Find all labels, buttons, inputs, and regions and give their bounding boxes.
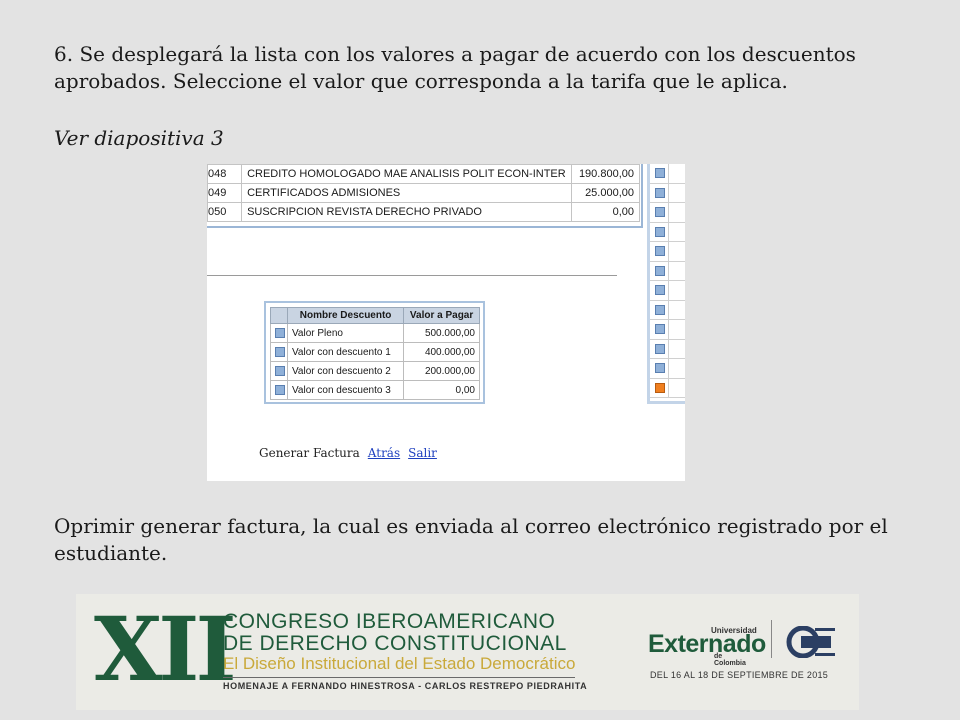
table-row: 048 CREDITO HOMOLOGADO MAE ANALISIS POLI… [207, 164, 641, 184]
back-link[interactable]: Atrás [368, 446, 400, 460]
row-value: 190.800,00 [570, 164, 641, 184]
row-description: SUSCRIPCION REVISTA DERECHO PRIVADO [241, 202, 572, 222]
checkbox[interactable] [655, 226, 665, 237]
slide-reference: Ver diapositiva 3 [54, 126, 224, 150]
discount-name: Valor con descuento 2 [286, 361, 405, 381]
checkbox-column [647, 164, 685, 404]
checkbox[interactable] [655, 265, 665, 276]
row-code: 048 [207, 164, 243, 184]
logo-main-text: Externado [648, 630, 766, 658]
checkbox[interactable] [275, 347, 285, 357]
banner-tribute: HOMENAJE A FERNANDO HINESTROSA - CARLOS … [223, 681, 588, 691]
frame-border [207, 226, 643, 228]
checkbox[interactable] [655, 168, 665, 178]
header-value: Valor a Pagar [403, 307, 480, 324]
checkbox[interactable] [655, 285, 665, 295]
banner-numeral: XII [94, 597, 237, 701]
event-dates: DEL 16 AL 18 DE SEPTIEMBRE DE 2015 [650, 670, 829, 680]
discount-row[interactable]: Valor con descuento 2 200.000,00 [270, 361, 480, 381]
logo-divider [771, 620, 772, 658]
discount-table: Nombre Descuento Valor a Pagar Valor Ple… [270, 307, 480, 400]
checkbox[interactable] [655, 207, 665, 217]
checkbox[interactable] [275, 366, 285, 376]
divider [207, 275, 617, 276]
row-description: CERTIFICADOS ADMISIONES [241, 183, 572, 203]
exit-link[interactable]: Salir [408, 446, 437, 460]
banner-rule [223, 677, 575, 678]
table-row: 050 SUSCRIPCION REVISTA DERECHO PRIVADO … [207, 202, 641, 222]
discount-name: Valor con descuento 3 [286, 380, 405, 400]
checkbox[interactable] [275, 385, 285, 395]
discount-panel: Nombre Descuento Valor a Pagar Valor Ple… [264, 301, 485, 404]
banner-title-2: DE DERECHO CONSTITUCIONAL [223, 632, 567, 655]
table-row: 049 CERTIFICADOS ADMISIONES 25.000,00 [207, 183, 641, 203]
discount-row[interactable]: Valor con descuento 3 0,00 [270, 380, 480, 400]
discount-row[interactable]: Valor Pleno 500.000,00 [270, 323, 480, 343]
row-value: 0,00 [570, 202, 641, 222]
banner-title-1: CONGRESO IBEROAMERICANO [223, 610, 556, 633]
university-seal-icon [786, 626, 835, 658]
discount-name: Valor con descuento 1 [286, 342, 405, 362]
frame-border [641, 164, 643, 228]
closing-paragraph: Oprimir generar factura, la cual es envi… [54, 514, 888, 565]
discount-value: 400.000,00 [403, 342, 480, 362]
generate-invoice-label[interactable]: Generar Factura [259, 446, 360, 460]
logo-bottom-text: de Colombia [714, 653, 746, 667]
checkbox[interactable] [655, 246, 665, 256]
discount-name: Valor Pleno [286, 323, 405, 343]
charges-table: 048 CREDITO HOMOLOGADO MAE ANALISIS POLI… [207, 164, 641, 222]
row-value: 25.000,00 [570, 183, 641, 203]
checkbox[interactable] [655, 304, 665, 315]
checkbox[interactable] [655, 324, 665, 334]
checkbox[interactable] [275, 328, 285, 338]
row-code: 050 [207, 202, 243, 222]
header-select [270, 307, 288, 324]
checkbox[interactable] [655, 363, 665, 373]
checkbox[interactable] [655, 343, 665, 354]
table-header: Nombre Descuento Valor a Pagar [270, 307, 480, 324]
action-bar: Generar Factura Atrás Salir [259, 446, 437, 460]
discount-value: 0,00 [403, 380, 480, 400]
header-discount-name: Nombre Descuento [286, 307, 405, 324]
discount-value: 500.000,00 [403, 323, 480, 343]
instruction-paragraph: 6. Se desplegará la lista con los valore… [54, 42, 856, 93]
congress-banner: XII CONGRESO IBEROAMERICANO DE DERECHO C… [76, 594, 859, 710]
checkbox[interactable] [655, 187, 665, 198]
discount-value: 200.000,00 [403, 361, 480, 381]
discount-row[interactable]: Valor con descuento 1 400.000,00 [270, 342, 480, 362]
checkbox-selected[interactable] [655, 382, 665, 393]
row-code: 049 [207, 183, 243, 203]
row-description: CREDITO HOMOLOGADO MAE ANALISIS POLIT EC… [241, 164, 572, 184]
banner-subtitle: El Diseño Institucional del Estado Democ… [223, 654, 576, 673]
embedded-screenshot: 048 CREDITO HOMOLOGADO MAE ANALISIS POLI… [207, 164, 685, 481]
